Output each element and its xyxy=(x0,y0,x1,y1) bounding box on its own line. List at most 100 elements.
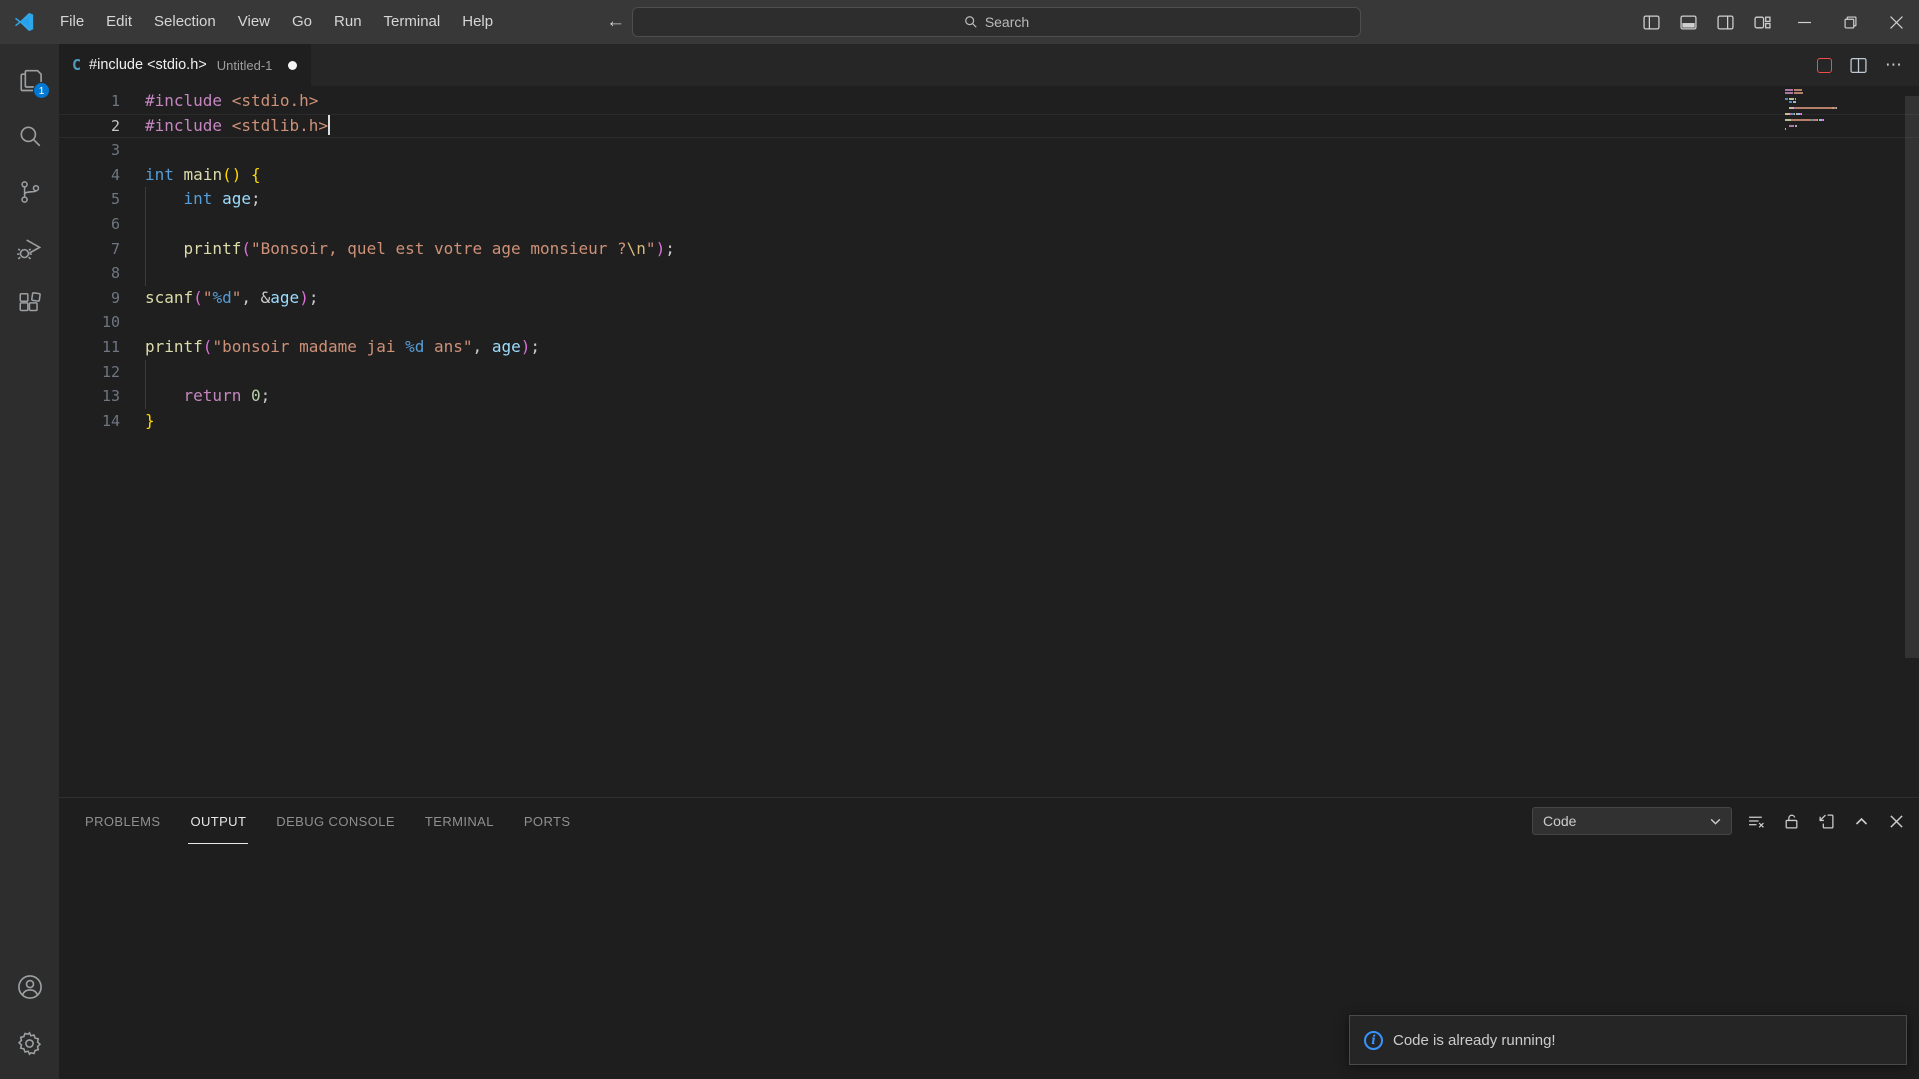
editor-scrollbar[interactable] xyxy=(1905,96,1919,658)
menu-help[interactable]: Help xyxy=(451,7,504,37)
code-line-2[interactable]: 2#include <stdlib.h> xyxy=(59,114,1919,139)
minimap[interactable] xyxy=(1785,89,1847,131)
menu-bar: FileEditSelectionViewGoRunTerminalHelp xyxy=(49,0,504,44)
output-channel-select[interactable]: Code xyxy=(1532,807,1732,835)
toggle-primary-sidebar-icon[interactable] xyxy=(1633,0,1670,44)
close-icon[interactable] xyxy=(1873,0,1919,44)
menu-edit[interactable]: Edit xyxy=(95,7,143,37)
explorer-badge: 1 xyxy=(33,82,50,99)
settings-gear-icon xyxy=(16,1030,43,1057)
code-editor[interactable]: 1 #include <stdio.h>2#include <stdlib.h>3… xyxy=(59,86,1919,797)
sidebar-item-run-and-debug[interactable] xyxy=(0,220,59,276)
search-icon xyxy=(964,15,978,29)
title-bar: FileEditSelectionViewGoRunTerminalHelp ←… xyxy=(0,0,1919,44)
line-number: 9 xyxy=(59,286,120,311)
stop-code-run-icon[interactable] xyxy=(1817,58,1832,73)
line-number: 1 xyxy=(59,89,120,114)
unlock-icon[interactable] xyxy=(1780,810,1802,832)
notification-toast[interactable]: i Code is already running! xyxy=(1349,1015,1907,1065)
line-number: 7 xyxy=(59,237,120,262)
vscode-window: FileEditSelectionViewGoRunTerminalHelp ←… xyxy=(0,0,1919,1079)
output-channel-value: Code xyxy=(1543,813,1576,829)
customize-layout-icon[interactable] xyxy=(1744,0,1781,44)
c-language-icon: C xyxy=(72,56,81,74)
code-line-11[interactable]: 11 printf("bonsoir madame jai %d ans", ag… xyxy=(59,335,1919,360)
code-content: 1 #include <stdio.h>2#include <stdlib.h>3… xyxy=(59,86,1919,433)
menu-selection[interactable]: Selection xyxy=(143,7,227,37)
sidebar-item-extensions[interactable] xyxy=(0,276,59,332)
code-line-3[interactable]: 3 xyxy=(59,138,1919,163)
code-text: int age; xyxy=(145,187,261,212)
panel-tab-output[interactable]: OUTPUT xyxy=(188,798,248,844)
info-icon: i xyxy=(1364,1031,1383,1050)
sidebar-item-source-control[interactable] xyxy=(0,164,59,220)
back-arrow-icon[interactable]: ← xyxy=(606,11,625,33)
run-and-debug-icon xyxy=(16,235,43,262)
code-line-5[interactable]: 5 int age; xyxy=(59,187,1919,212)
indent-guide xyxy=(145,360,146,409)
code-line-9[interactable]: 9 scanf("%d", &age); xyxy=(59,286,1919,311)
code-line-7[interactable]: 7 printf("Bonsoir, quel est votre age mo… xyxy=(59,237,1919,262)
code-line-12[interactable]: 12 xyxy=(59,360,1919,385)
search-icon xyxy=(17,123,43,149)
editor-tab[interactable]: C #include <stdio.h> Untitled-1 xyxy=(59,44,311,86)
chevron-down-icon xyxy=(1709,815,1722,828)
activity-bar: 1 xyxy=(0,44,59,1079)
toggle-panel-icon[interactable] xyxy=(1670,0,1707,44)
code-text: printf("bonsoir madame jai %d ans", age)… xyxy=(145,335,540,360)
menu-run[interactable]: Run xyxy=(323,7,373,37)
line-number: 6 xyxy=(59,212,120,237)
restore-icon[interactable] xyxy=(1827,0,1873,44)
code-text: scanf("%d", &age); xyxy=(145,286,318,311)
code-text: return 0; xyxy=(145,384,270,409)
sidebar-item-explorer[interactable]: 1 xyxy=(0,52,59,108)
panel-tab-debug-console[interactable]: DEBUG CONSOLE xyxy=(274,798,397,844)
panel-tab-ports[interactable]: PORTS xyxy=(522,798,573,844)
line-number: 5 xyxy=(59,187,120,212)
line-number: 14 xyxy=(59,409,120,434)
text-cursor xyxy=(328,115,330,135)
code-line-1[interactable]: 1 #include <stdio.h> xyxy=(59,89,1919,114)
indent-guide xyxy=(145,187,146,285)
minimize-icon[interactable] xyxy=(1781,0,1827,44)
line-number: 2 xyxy=(59,114,120,139)
line-number: 10 xyxy=(59,310,120,335)
code-text: #include <stdio.h> xyxy=(145,89,318,114)
code-line-6[interactable]: 6 xyxy=(59,212,1919,237)
tab-description: Untitled-1 xyxy=(217,58,273,73)
line-number: 11 xyxy=(59,335,120,360)
search-placeholder: Search xyxy=(985,14,1029,30)
modified-dot-icon[interactable] xyxy=(288,61,297,70)
account-icon xyxy=(16,973,44,1001)
line-number: 13 xyxy=(59,384,120,409)
line-number: 12 xyxy=(59,360,120,385)
code-line-14[interactable]: 14} xyxy=(59,409,1919,434)
panel-tab-bar: PROBLEMS OUTPUT DEBUG CONSOLE TERMINAL PORTS xyxy=(83,798,572,844)
panel-tab-problems[interactable]: PROBLEMS xyxy=(83,798,162,844)
line-number: 8 xyxy=(59,261,120,286)
menu-go[interactable]: Go xyxy=(281,7,323,37)
code-line-10[interactable]: 10 xyxy=(59,310,1919,335)
split-editor-icon[interactable] xyxy=(1850,57,1867,74)
menu-terminal[interactable]: Terminal xyxy=(373,7,452,37)
code-line-8[interactable]: 8 xyxy=(59,261,1919,286)
clear-output-icon[interactable] xyxy=(1745,810,1767,832)
panel-tab-terminal[interactable]: TERMINAL xyxy=(423,798,496,844)
open-output-in-editor-icon[interactable] xyxy=(1815,810,1837,832)
maximize-panel-icon[interactable] xyxy=(1850,810,1872,832)
more-actions-icon[interactable]: ⋯ xyxy=(1885,55,1903,75)
settings-button[interactable] xyxy=(0,1015,59,1071)
code-text: int main() { xyxy=(145,163,261,188)
notification-message: Code is already running! xyxy=(1393,1032,1556,1049)
code-line-4[interactable]: 4 int main() { xyxy=(59,163,1919,188)
command-center-search[interactable]: Search xyxy=(632,7,1361,37)
sidebar-item-search[interactable] xyxy=(0,108,59,164)
menu-file[interactable]: File xyxy=(49,7,95,37)
line-number: 4 xyxy=(59,163,120,188)
close-panel-icon[interactable] xyxy=(1885,810,1907,832)
account-button[interactable] xyxy=(0,959,59,1015)
menu-view[interactable]: View xyxy=(227,7,281,37)
editor-tab-bar: C #include <stdio.h> Untitled-1 ⋯ xyxy=(59,44,1919,86)
code-line-13[interactable]: 13 return 0; xyxy=(59,384,1919,409)
toggle-secondary-sidebar-icon[interactable] xyxy=(1707,0,1744,44)
